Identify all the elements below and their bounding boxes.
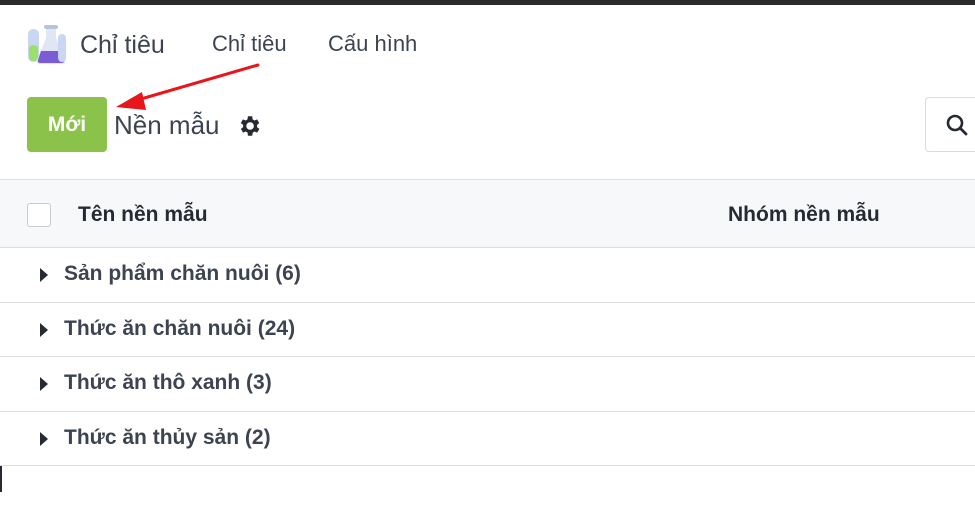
group-row-label: Thức ăn thủy sản (2) xyxy=(64,425,271,449)
app-name[interactable]: Chỉ tiêu xyxy=(80,31,165,60)
column-header-name[interactable]: Tên nền mẫu xyxy=(78,203,208,227)
caret-right-icon xyxy=(40,322,48,337)
gear-icon[interactable] xyxy=(236,113,262,139)
list-table: Tên nền mẫu Nhóm nền mẫu Sản phẩm chăn n… xyxy=(0,179,975,466)
select-all-checkbox[interactable] xyxy=(27,203,51,227)
app-flask-icon[interactable] xyxy=(22,24,68,66)
text-cursor xyxy=(0,466,2,492)
menu-item-cau-hinh[interactable]: Cấu hình xyxy=(328,31,417,57)
search-input[interactable] xyxy=(925,97,975,152)
menu-item-chi-tieu[interactable]: Chỉ tiêu xyxy=(212,31,287,57)
column-header-group[interactable]: Nhóm nền mẫu xyxy=(728,203,880,227)
group-row[interactable]: Thức ăn thủy sản (2) xyxy=(0,412,975,466)
group-row[interactable]: Thức ăn chăn nuôi (24) xyxy=(0,303,975,357)
group-row[interactable]: Thức ăn thô xanh (3) xyxy=(0,357,975,412)
caret-right-icon xyxy=(40,431,48,446)
group-row-label: Sản phẩm chăn nuôi (6) xyxy=(64,262,301,285)
caret-right-icon xyxy=(40,268,48,282)
navbar: Chỉ tiêu Chỉ tiêu Cấu hình xyxy=(0,5,975,83)
table-header: Tên nền mẫu Nhóm nền mẫu xyxy=(0,179,975,248)
group-row[interactable]: Sản phẩm chăn nuôi (6) xyxy=(0,248,975,303)
group-row-label: Thức ăn thô xanh (3) xyxy=(64,371,272,394)
breadcrumb: Nền mẫu xyxy=(114,110,220,140)
group-row-label: Thức ăn chăn nuôi (24) xyxy=(64,316,296,340)
search-icon[interactable] xyxy=(945,113,969,137)
new-button[interactable]: Mới xyxy=(27,97,107,152)
caret-right-icon xyxy=(40,377,48,391)
